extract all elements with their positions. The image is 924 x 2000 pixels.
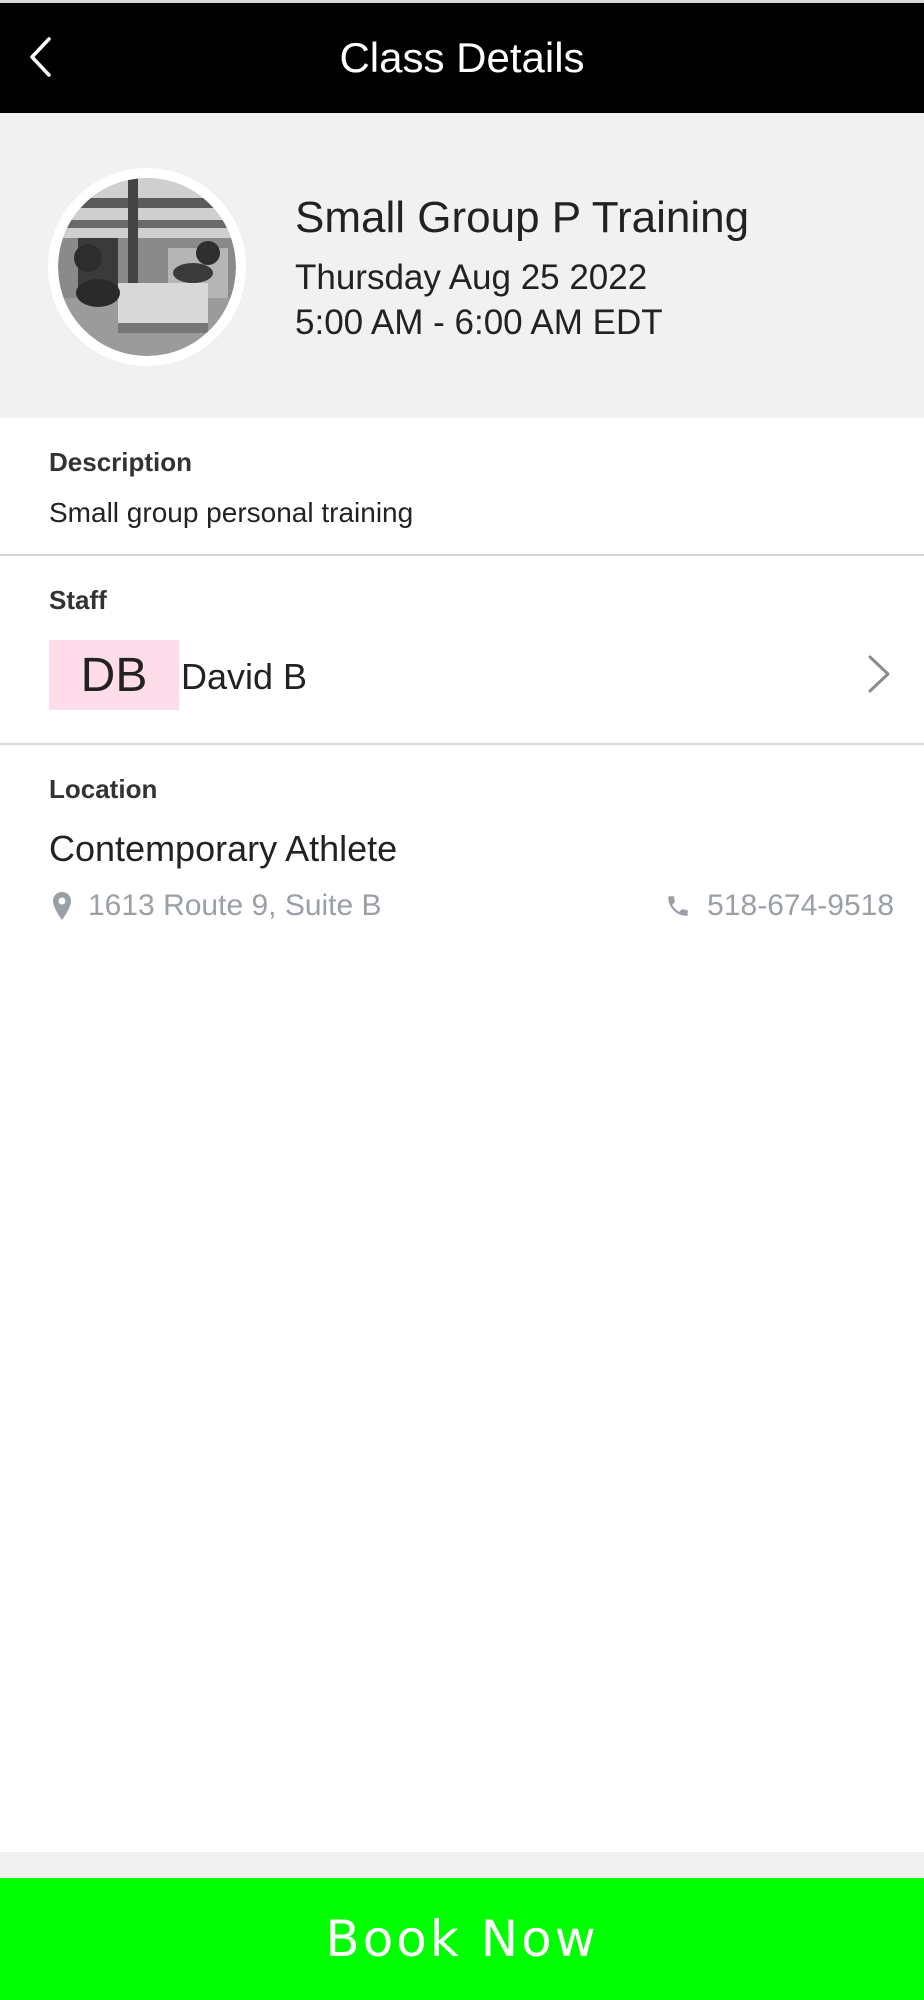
description-label: Description (49, 447, 193, 477)
location-phone[interactable]: 518-674-9518 (665, 888, 894, 924)
staff-label: Staff (49, 585, 107, 615)
class-hero: Small Group P Training Thursday Aug 25 2… (0, 113, 924, 418)
class-details-screen: Class Details Small Group P Training Thu… (0, 0, 924, 2000)
phone-text: 518-674-9518 (707, 889, 894, 922)
page-title: Class Details (339, 34, 585, 81)
divider (0, 554, 924, 556)
location-name: Contemporary Athlete (49, 828, 398, 869)
map-pin-icon (52, 891, 72, 921)
header-bar: Class Details (0, 3, 924, 113)
description-text: Small group personal training (49, 497, 414, 528)
class-photo-image (58, 178, 236, 356)
divider (0, 743, 924, 745)
location-address[interactable]: 1613 Route 9, Suite B (52, 888, 382, 924)
class-date: Thursday Aug 25 2022 (295, 258, 648, 297)
staff-name: David B (181, 656, 308, 697)
location-label: Location (49, 774, 158, 804)
staff-row[interactable]: DB David B (0, 632, 924, 712)
address-text: 1613 Route 9, Suite B (88, 889, 382, 922)
class-photo (48, 168, 246, 366)
phone-icon (665, 893, 691, 919)
class-time: 5:00 AM - 6:00 AM EDT (295, 303, 663, 342)
class-name: Small Group P Training (295, 193, 750, 242)
book-now-button[interactable]: Book Now (0, 1878, 924, 2000)
bottom-spacer (0, 1852, 924, 1878)
chevron-left-icon (30, 37, 51, 77)
back-button[interactable] (20, 27, 60, 87)
staff-avatar: DB (49, 640, 179, 710)
chevron-right-icon (868, 655, 890, 693)
